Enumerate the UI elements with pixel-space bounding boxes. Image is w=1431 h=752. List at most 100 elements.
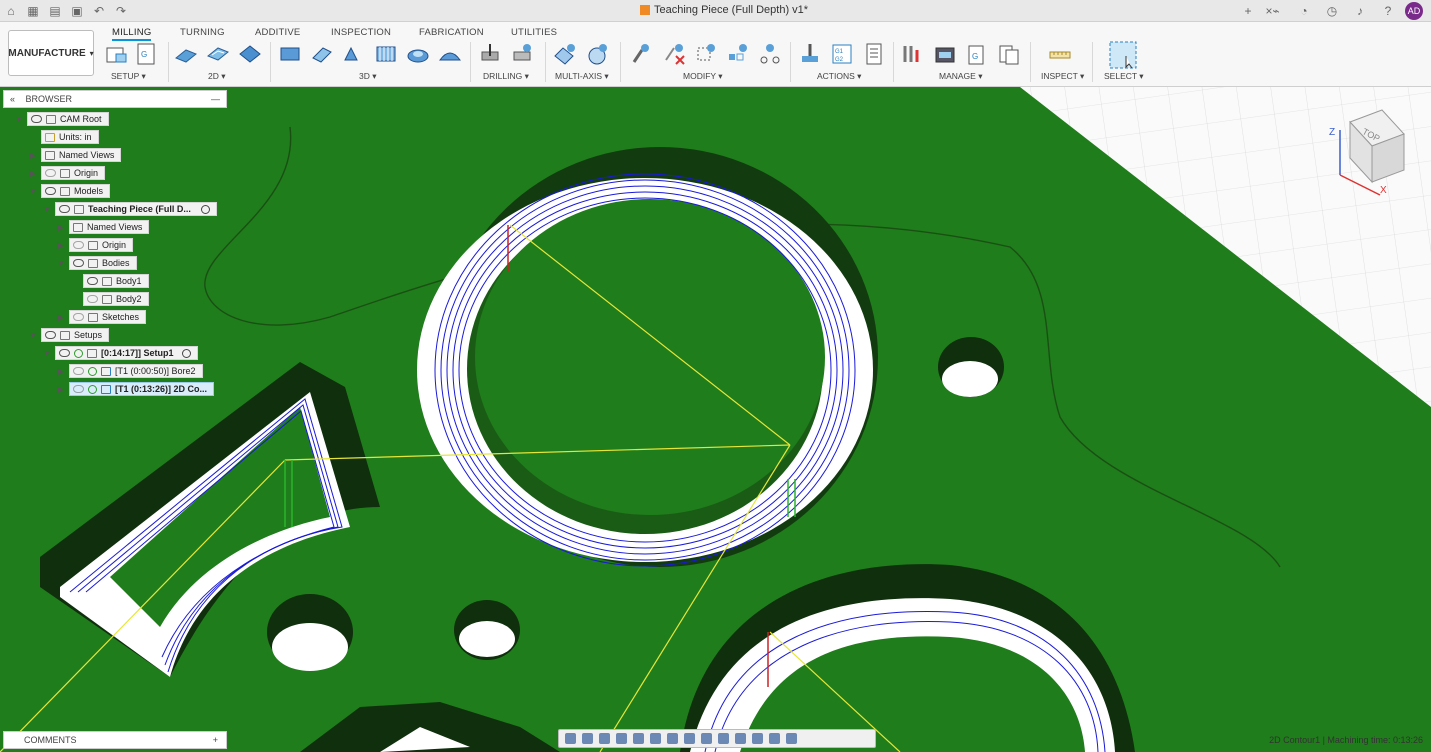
radio-icon[interactable]: [181, 348, 191, 358]
tab-fabrication[interactable]: FABRICATION: [419, 27, 484, 38]
tree-item-cam-root[interactable]: ▼ CAM Root: [14, 112, 109, 126]
tree-item-units[interactable]: Units: in: [28, 130, 99, 144]
tree-item-2d-contour[interactable]: ▶ [T1 (0:13:26)] 2D Co...: [56, 382, 215, 396]
measure-icon[interactable]: [1048, 42, 1072, 66]
tool-library-icon[interactable]: [901, 42, 925, 66]
tree-item-origin[interactable]: ▶ Origin: [28, 166, 106, 180]
template-library-icon[interactable]: [997, 42, 1021, 66]
3d-adaptive-icon[interactable]: [278, 42, 302, 66]
manual-nc-icon[interactable]: [628, 42, 652, 66]
chevron-down-icon[interactable]: ▼: [14, 115, 24, 124]
select-icon[interactable]: [1108, 40, 1138, 70]
tree-item-body1[interactable]: Body1: [70, 274, 149, 288]
home-icon[interactable]: ⌂: [3, 3, 19, 19]
job-status-icon[interactable]: ◔: [1296, 3, 1312, 19]
tree-item-teaching-piece[interactable]: ▼ Teaching Piece (Full D...: [42, 202, 217, 216]
browser-header[interactable]: « BROWSER —: [3, 90, 227, 108]
2d-adaptive-icon[interactable]: [206, 42, 230, 66]
save-icon[interactable]: ▣: [69, 3, 85, 19]
hole-recognition-icon[interactable]: [510, 42, 534, 66]
group-setup[interactable]: SETUP ▾: [111, 71, 146, 82]
chevron-down-icon[interactable]: ▼: [56, 259, 66, 268]
machine-library-icon[interactable]: [933, 42, 957, 66]
tree-item-setups[interactable]: ▼ Setups: [28, 328, 110, 342]
eye-icon[interactable]: [87, 277, 98, 285]
display-settings-icon[interactable]: [650, 733, 661, 744]
tree-item-origin-2[interactable]: ▶ Origin: [56, 238, 134, 252]
avatar[interactable]: AD: [1405, 2, 1423, 20]
eye-icon[interactable]: [73, 259, 84, 267]
new-setup-icon[interactable]: [104, 42, 128, 66]
scallop-icon[interactable]: [406, 42, 430, 66]
eye-icon[interactable]: [45, 187, 56, 195]
filter-icon[interactable]: [786, 733, 797, 744]
pocket-icon[interactable]: [310, 42, 334, 66]
help-icon[interactable]: ?: [1380, 3, 1396, 19]
steep-shallow-icon[interactable]: [342, 42, 366, 66]
group-inspect[interactable]: INSPECT ▾: [1041, 71, 1084, 82]
face-icon[interactable]: [174, 42, 198, 66]
eye-icon[interactable]: [73, 313, 84, 321]
group-modify[interactable]: MODIFY ▾: [683, 71, 723, 82]
chevron-down-icon[interactable]: ▼: [42, 349, 52, 358]
camera-icon[interactable]: [752, 733, 763, 744]
transform-icon[interactable]: [758, 42, 782, 66]
eye-icon[interactable]: [59, 349, 70, 357]
toolpath-display-icon[interactable]: [735, 733, 746, 744]
group-drilling[interactable]: DRILLING ▾: [483, 71, 529, 82]
group-manage[interactable]: MANAGE ▾: [939, 71, 982, 82]
post-process-icon[interactable]: G1G2: [830, 42, 854, 66]
drill-icon[interactable]: [478, 42, 502, 66]
chevron-right-icon[interactable]: ▶: [56, 367, 66, 376]
pattern-icon[interactable]: [726, 42, 750, 66]
group-3d[interactable]: 3D ▾: [359, 71, 377, 82]
eye-icon[interactable]: [45, 331, 56, 339]
add-comment-icon[interactable]: +: [213, 735, 218, 745]
grid-settings-icon[interactable]: [667, 733, 678, 744]
chevron-down-icon[interactable]: ▼: [42, 205, 52, 214]
canvas-viewport[interactable]: TOP Z X: [0, 87, 1431, 752]
zoom-icon[interactable]: [616, 733, 627, 744]
tool-display-icon[interactable]: [769, 733, 780, 744]
redo-icon[interactable]: ↷: [113, 3, 129, 19]
simulate-icon[interactable]: [798, 42, 822, 66]
group-multi-axis[interactable]: MULTI-AXIS ▾: [555, 71, 609, 82]
chevron-down-icon[interactable]: ▼: [28, 187, 38, 196]
new-tab-icon[interactable]: +: [1240, 3, 1256, 19]
refresh-icon[interactable]: [718, 733, 729, 744]
eye-icon[interactable]: [73, 385, 84, 393]
notification-icon[interactable]: ♪: [1352, 3, 1368, 19]
zoom-window-icon[interactable]: [633, 733, 644, 744]
tree-item-body2[interactable]: Body2: [70, 292, 149, 306]
orbit-icon[interactable]: [565, 733, 576, 744]
file-icon[interactable]: ▤: [47, 3, 63, 19]
radio-icon[interactable]: [200, 204, 210, 214]
chevron-right-icon[interactable]: ▶: [28, 169, 38, 178]
chevron-right-icon[interactable]: ▶: [56, 313, 66, 322]
collapse-icon[interactable]: «: [10, 94, 15, 104]
tab-additive[interactable]: ADDITIVE: [255, 27, 300, 38]
group-select[interactable]: SELECT ▾: [1104, 71, 1144, 82]
chevron-right-icon[interactable]: ▶: [28, 151, 38, 160]
eye-icon[interactable]: [73, 241, 84, 249]
tree-item-bore2[interactable]: ▶ [T1 (0:00:50)] Bore2: [56, 364, 203, 378]
pan-icon[interactable]: [599, 733, 610, 744]
tree-item-bodies[interactable]: ▼ Bodies: [56, 256, 137, 270]
stock-display-icon[interactable]: [701, 733, 712, 744]
tab-turning[interactable]: TURNING: [180, 27, 225, 38]
tab-inspection[interactable]: INSPECTION: [331, 27, 391, 38]
chevron-down-icon[interactable]: ▼: [28, 331, 38, 340]
tree-item-sketches[interactable]: ▶ Sketches: [56, 310, 147, 324]
eye-icon[interactable]: [87, 295, 98, 303]
tab-utilities[interactable]: UTILITIES: [511, 27, 557, 38]
2d-contour-icon[interactable]: [238, 42, 262, 66]
eye-icon[interactable]: [45, 169, 56, 177]
multi-axis-contour-icon[interactable]: [553, 42, 577, 66]
tree-item-setup1[interactable]: ▼ [0:14:17]] Setup1: [42, 346, 198, 360]
workspace-switcher[interactable]: MANUFACTURE ▾: [8, 30, 94, 76]
eye-icon[interactable]: [31, 115, 42, 123]
group-actions[interactable]: ACTIONS ▾: [817, 71, 861, 82]
edit-toolpath-icon[interactable]: [694, 42, 718, 66]
delete-toolpath-icon[interactable]: [662, 42, 686, 66]
chevron-right-icon[interactable]: ▶: [56, 223, 66, 232]
